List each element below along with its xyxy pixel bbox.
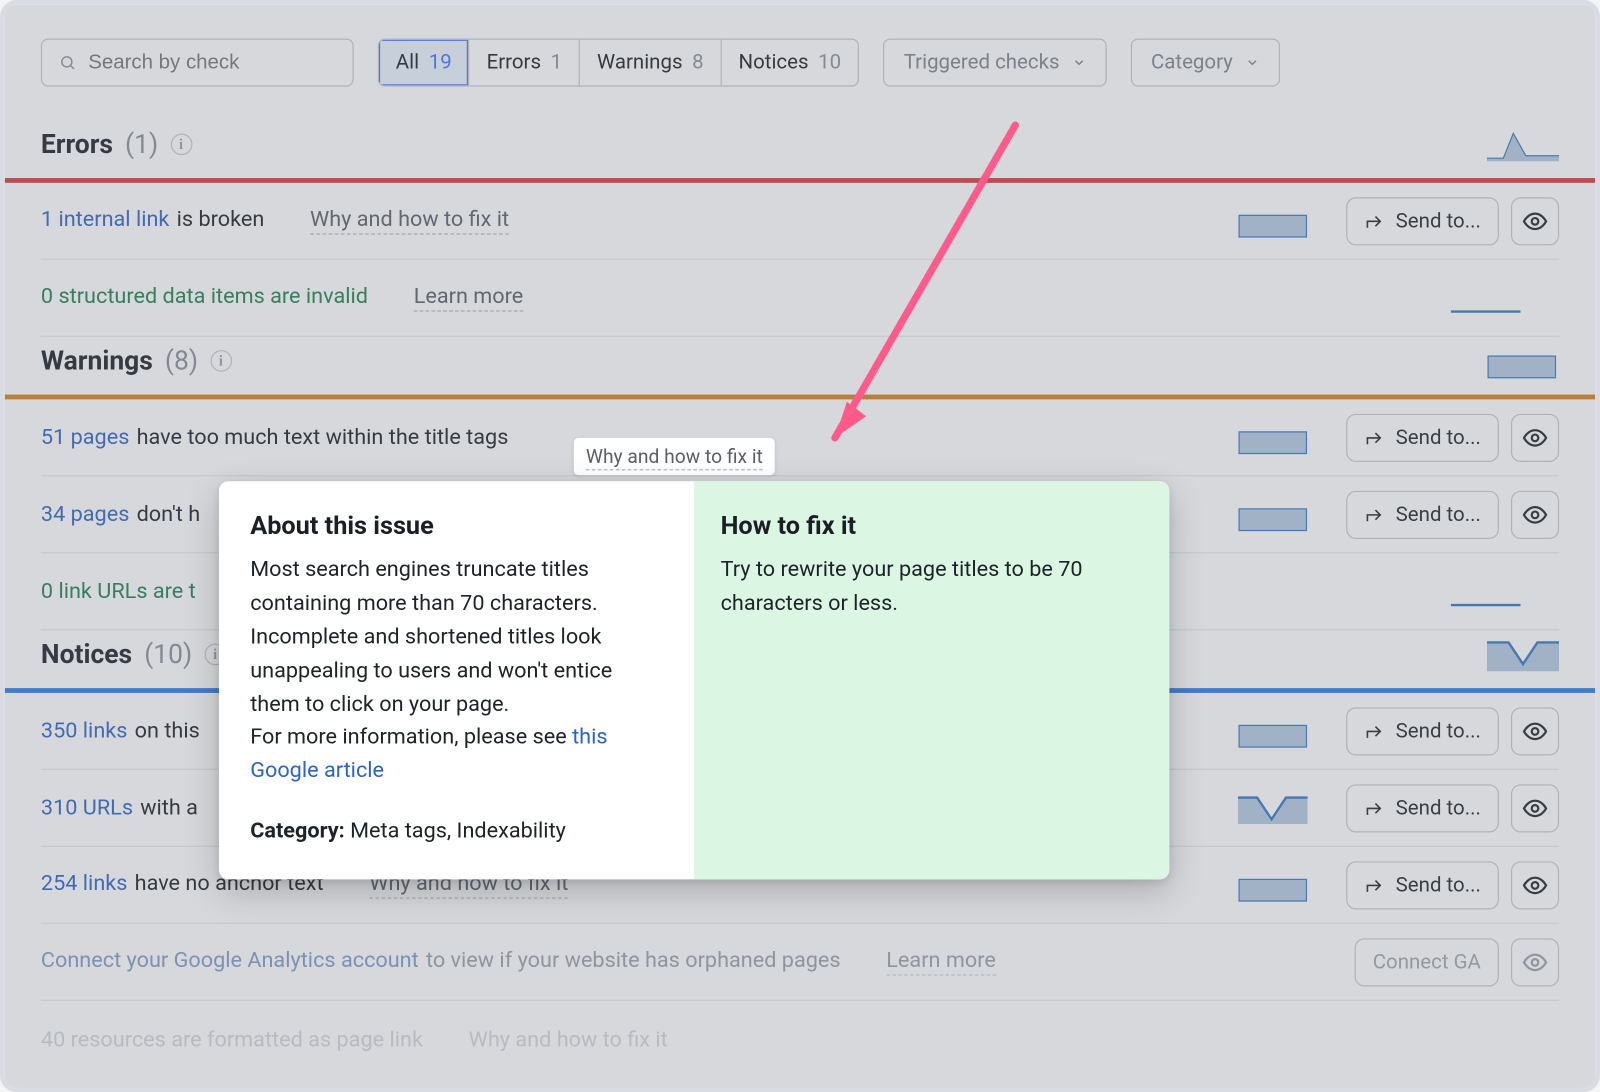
hide-button[interactable] xyxy=(1511,938,1559,986)
send-to-button[interactable]: Send to... xyxy=(1346,861,1499,909)
issue-row: 0 structured data items are invalid Lear… xyxy=(41,260,1559,337)
errors-count: (1) xyxy=(125,129,158,159)
search-icon xyxy=(59,53,76,72)
eye-icon xyxy=(1522,424,1548,450)
share-icon xyxy=(1364,505,1383,524)
issue-row: Connect your Google Analytics account to… xyxy=(41,924,1559,1001)
search-input[interactable] xyxy=(88,51,335,75)
why-fix-link: Why and how to fix it xyxy=(469,1027,668,1052)
hide-button[interactable] xyxy=(1511,197,1559,245)
filter-tabs: All19 Errors1 Warnings8 Notices10 xyxy=(378,38,859,86)
eye-icon xyxy=(1522,501,1548,527)
issue-text: have too much text within the title tags xyxy=(137,425,509,450)
chevron-down-icon xyxy=(1245,55,1259,69)
issue-link[interactable]: Connect your Google Analytics account xyxy=(41,948,419,973)
howto-heading: How to fix it xyxy=(721,512,1138,541)
sparkline xyxy=(1238,867,1308,903)
issue-row: 40 resources are formatted as page link … xyxy=(41,1001,1559,1078)
issue-popover: About this issue Most search engines tru… xyxy=(219,481,1169,879)
sparkline xyxy=(1238,790,1308,826)
category-line: Category: Meta tags, Indexability xyxy=(250,815,663,849)
issue-link[interactable]: 1 internal link xyxy=(41,207,170,232)
why-fix-link[interactable]: Why and how to fix it xyxy=(310,207,509,235)
share-icon xyxy=(1364,721,1383,740)
chevron-down-icon xyxy=(1072,55,1086,69)
warnings-title: Warnings xyxy=(41,346,153,376)
notices-count: (10) xyxy=(144,639,192,669)
send-to-button[interactable]: Send to... xyxy=(1346,784,1499,832)
toolbar: All19 Errors1 Warnings8 Notices10 Trigge… xyxy=(41,38,1559,86)
issue-link[interactable]: 0 structured data items are invalid xyxy=(41,284,368,309)
errors-title: Errors xyxy=(41,129,113,159)
about-heading: About this issue xyxy=(250,512,663,541)
send-to-button[interactable]: Send to... xyxy=(1346,707,1499,755)
share-icon xyxy=(1364,211,1383,230)
hide-button[interactable] xyxy=(1511,490,1559,538)
warnings-sparkline xyxy=(1487,342,1559,380)
errors-sparkline xyxy=(1487,125,1559,163)
why-fix-trigger[interactable]: Why and how to fix it xyxy=(574,438,775,475)
eye-icon xyxy=(1522,949,1548,975)
share-icon xyxy=(1364,798,1383,817)
issue-link[interactable]: 0 link URLs are t xyxy=(41,579,196,604)
connect-ga-button[interactable]: Connect GA xyxy=(1355,938,1499,986)
issue-link: 40 resources are formatted as page link xyxy=(41,1027,423,1052)
tab-all[interactable]: All19 xyxy=(379,40,470,86)
sparkline xyxy=(1238,496,1308,532)
warnings-count: (8) xyxy=(165,346,198,376)
notices-title: Notices xyxy=(41,639,132,669)
hide-button[interactable] xyxy=(1511,413,1559,461)
issue-link[interactable]: 34 pages xyxy=(41,502,129,527)
search-input-wrap[interactable] xyxy=(41,38,354,86)
eye-icon xyxy=(1522,718,1548,744)
learn-more-link[interactable]: Learn more xyxy=(414,284,524,312)
eye-icon xyxy=(1522,872,1548,898)
category-dropdown[interactable]: Category xyxy=(1131,38,1280,86)
issue-row: 51 pages have too much text within the t… xyxy=(41,399,1559,476)
issue-link[interactable]: 51 pages xyxy=(41,425,129,450)
tab-errors[interactable]: Errors1 xyxy=(470,40,580,86)
issue-link[interactable]: 310 URLs xyxy=(41,795,133,820)
sparkline xyxy=(1238,419,1308,455)
send-to-button[interactable]: Send to... xyxy=(1346,197,1499,245)
share-icon xyxy=(1364,428,1383,447)
triggered-checks-dropdown[interactable]: Triggered checks xyxy=(883,38,1106,86)
send-to-button[interactable]: Send to... xyxy=(1346,490,1499,538)
sparkline xyxy=(1451,280,1521,316)
sparkline xyxy=(1238,203,1308,239)
eye-icon xyxy=(1522,208,1548,234)
share-icon xyxy=(1364,875,1383,894)
issue-row: 1 internal link is broken Why and how to… xyxy=(41,183,1559,260)
issue-link[interactable]: 254 links xyxy=(41,871,128,896)
hide-button[interactable] xyxy=(1511,784,1559,832)
issue-text: don't h xyxy=(137,502,201,527)
tab-warnings[interactable]: Warnings8 xyxy=(580,40,721,86)
hide-button[interactable] xyxy=(1511,707,1559,755)
issue-text: to view if your website has orphaned pag… xyxy=(426,948,841,973)
issue-link[interactable]: 350 links xyxy=(41,718,128,743)
sparkline xyxy=(1238,713,1308,749)
issue-text: with a xyxy=(140,795,198,820)
learn-more-link[interactable]: Learn more xyxy=(886,948,996,976)
sparkline xyxy=(1451,573,1521,609)
hide-button[interactable] xyxy=(1511,861,1559,909)
info-icon[interactable]: i xyxy=(170,134,192,156)
send-to-button[interactable]: Send to... xyxy=(1346,413,1499,461)
info-icon[interactable]: i xyxy=(210,350,232,372)
about-body: Most search engines truncate titles cont… xyxy=(250,553,663,788)
tab-notices[interactable]: Notices10 xyxy=(722,40,858,86)
eye-icon xyxy=(1522,795,1548,821)
issue-text: is broken xyxy=(177,207,265,232)
issue-text: on this xyxy=(135,718,200,743)
notices-sparkline xyxy=(1487,635,1559,673)
errors-section-head: Errors (1) i xyxy=(41,120,1559,178)
howto-body: Try to rewrite your page titles to be 70… xyxy=(721,553,1138,620)
warnings-section-head: Warnings (8) i xyxy=(41,337,1559,395)
